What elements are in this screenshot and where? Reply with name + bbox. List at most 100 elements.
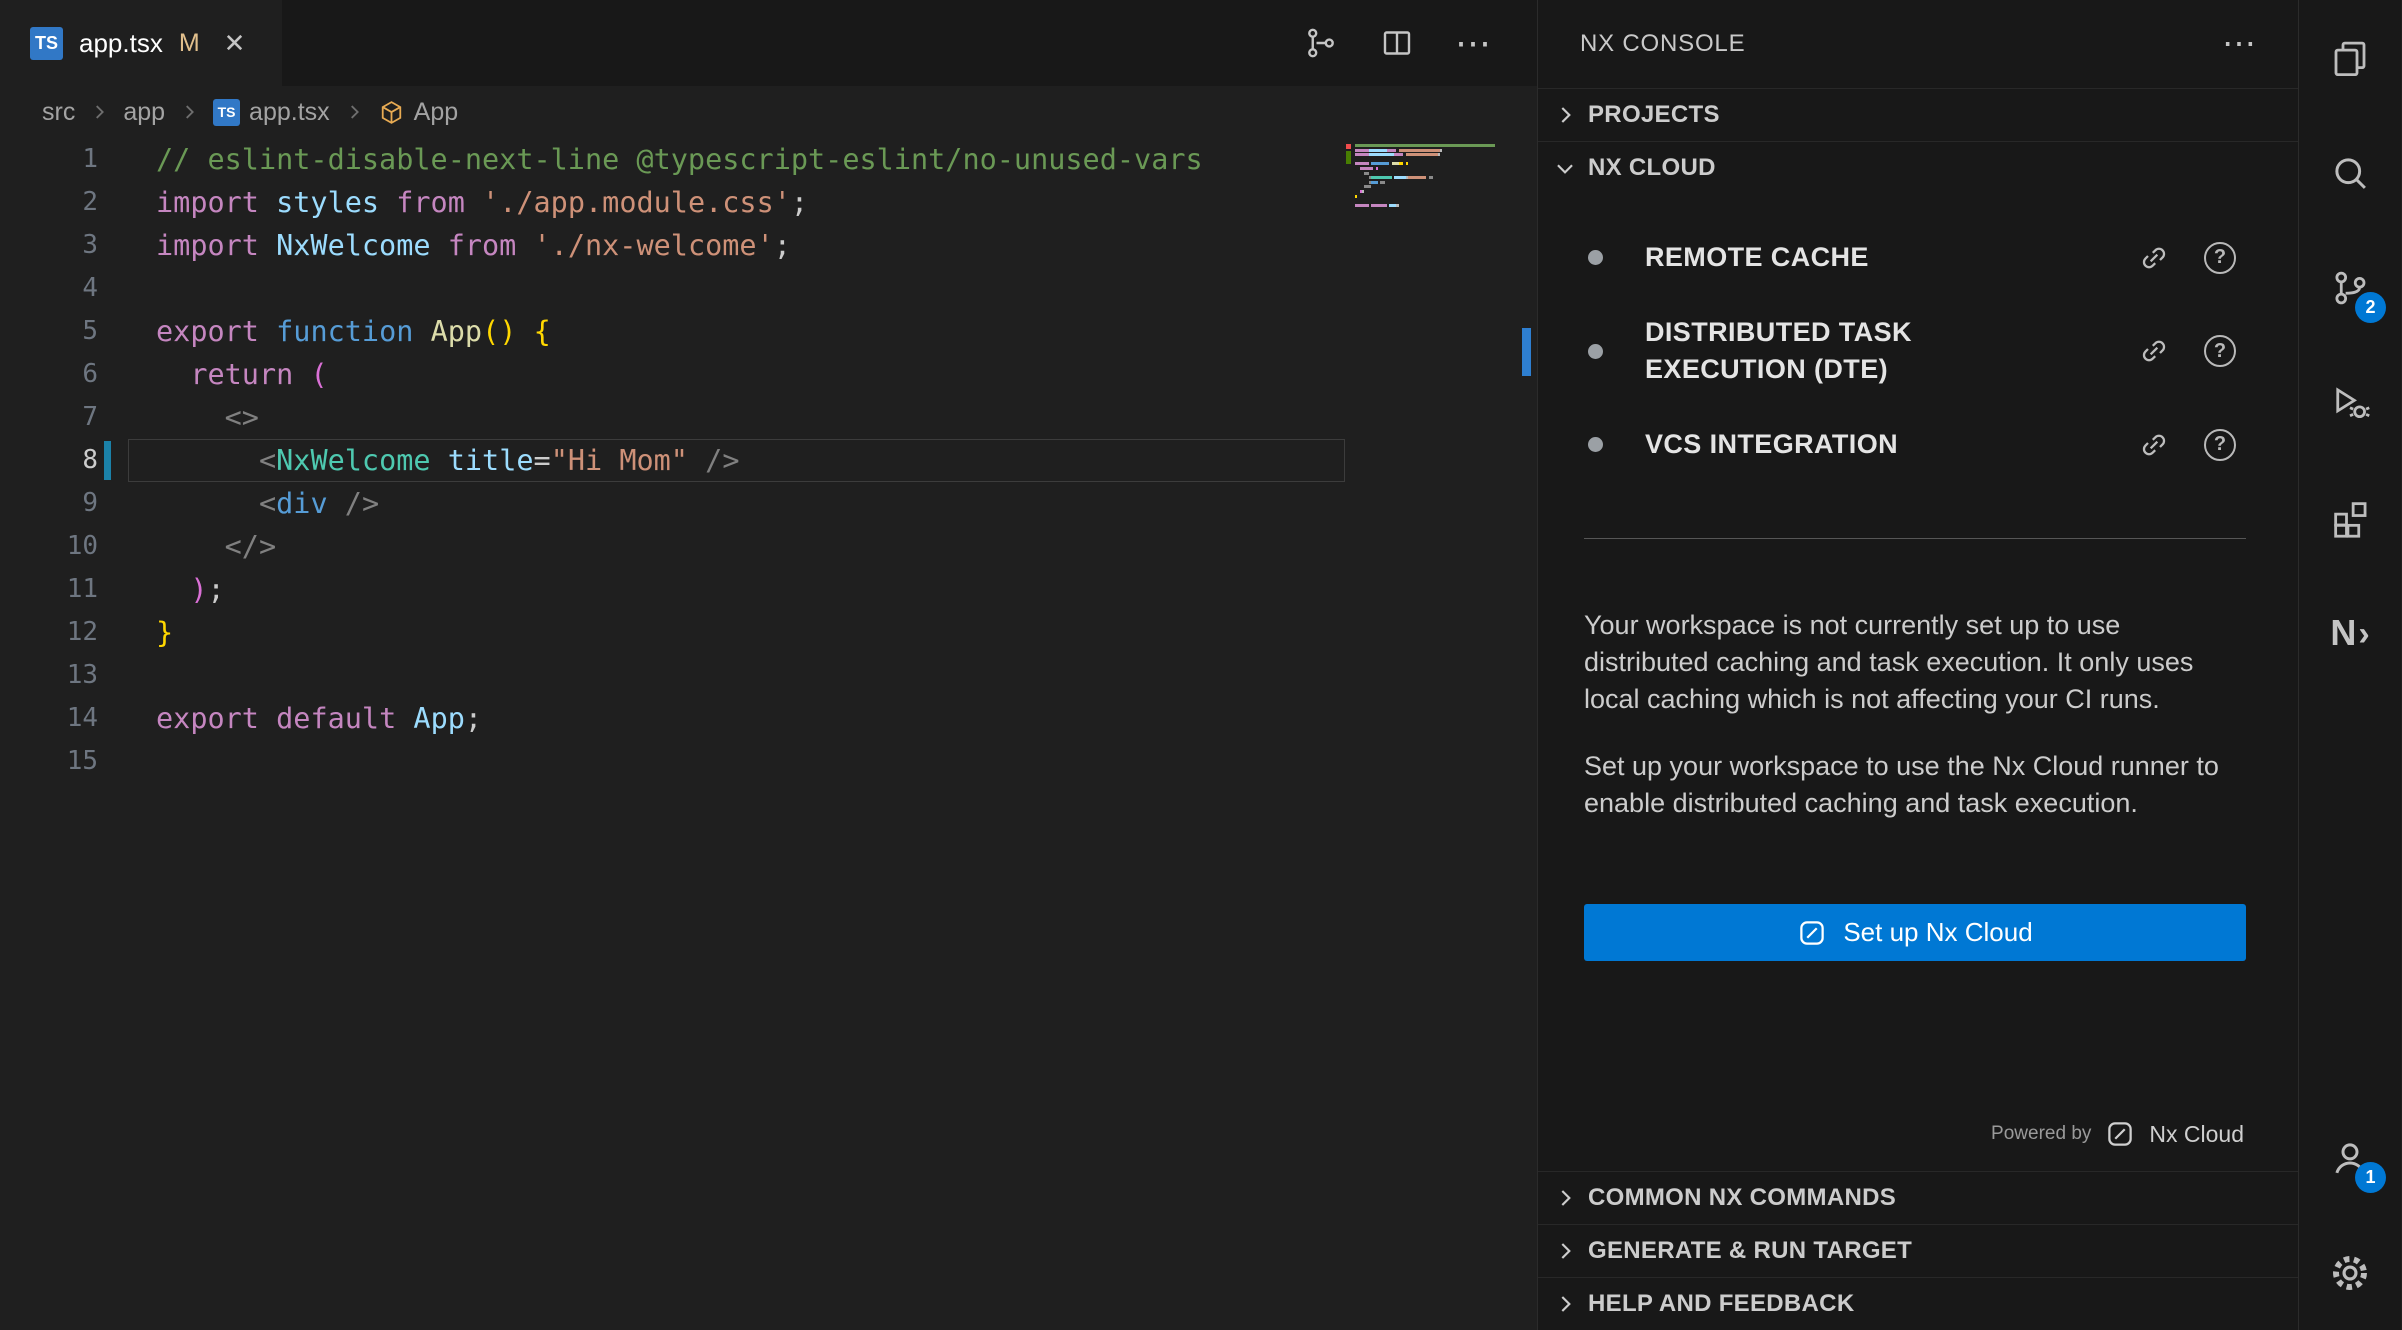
code-line[interactable]: 3import NxWelcome from './nx-welcome'; [0, 224, 1537, 267]
nx-console-icon[interactable]: N › [2299, 575, 2401, 690]
code-text: </> [98, 525, 276, 568]
line-number: 9 [0, 482, 98, 525]
explorer-icon[interactable] [2299, 0, 2401, 115]
editor-area: TS app.tsx M ✕ ⋯ [0, 0, 1537, 1330]
tab-app-tsx[interactable]: TS app.tsx M ✕ [0, 0, 282, 86]
breadcrumb-item-symbol-app[interactable]: App [378, 98, 458, 127]
section-label: GENERATE & RUN TARGET [1588, 1237, 1912, 1265]
code-editor[interactable]: 1// eslint-disable-next-line @typescript… [0, 138, 1537, 1330]
minimap-added-mark [1346, 151, 1351, 164]
line-number: 12 [0, 611, 98, 654]
help-icon[interactable]: ? [2204, 242, 2236, 274]
code-line[interactable]: 1// eslint-disable-next-line @typescript… [0, 138, 1537, 181]
section-label: HELP AND FEEDBACK [1588, 1290, 1854, 1318]
run-debug-icon[interactable] [2299, 345, 2401, 460]
breadcrumb-label: app [123, 98, 165, 127]
status-dot-icon [1588, 250, 1603, 265]
line-number: 6 [0, 353, 98, 396]
section-label: NX CLOUD [1588, 154, 1716, 182]
code-line[interactable]: 7 <> [0, 396, 1537, 439]
account-icon[interactable]: 1 [2299, 1100, 2401, 1215]
code-line[interactable]: 12} [0, 611, 1537, 654]
section-projects[interactable]: PROJECTS [1538, 88, 2298, 141]
breadcrumb-item-app-tsx[interactable]: TS app.tsx [213, 98, 330, 127]
code-text: export default App; [98, 697, 482, 740]
code-line[interactable]: 8 <NxWelcome title="Hi Mom" /> [0, 439, 1537, 482]
git-graph-icon[interactable] [1303, 25, 1339, 61]
breadcrumb-item-app[interactable]: app [123, 98, 165, 127]
nx-cloud-item-dte: DISTRIBUTED TASK EXECUTION (DTE) ? [1538, 295, 2298, 407]
powered-by-brand: Nx Cloud [2149, 1121, 2244, 1148]
code-line[interactable]: 6 return ( [0, 353, 1537, 396]
code-line[interactable]: 10 </> [0, 525, 1537, 568]
code-line[interactable]: 11 ); [0, 568, 1537, 611]
line-number: 11 [0, 568, 98, 611]
line-number: 13 [0, 654, 98, 697]
nx-letter: N [2330, 612, 2356, 654]
code-line[interactable]: 14export default App; [0, 697, 1537, 740]
panel-title: NX CONSOLE [1580, 30, 1745, 58]
code-line[interactable]: 9 <div /> [0, 482, 1537, 525]
minimap-deleted-mark [1346, 144, 1351, 149]
nx-cloud-body: REMOTE CACHE ? DISTRIBUTED TASK EXECUTIO… [1538, 194, 2298, 1171]
code-line[interactable]: 2import styles from './app.module.css'; [0, 181, 1537, 224]
search-icon[interactable] [2299, 115, 2401, 230]
cloud-item-label: REMOTE CACHE [1645, 239, 1869, 276]
breadcrumb-item-src[interactable]: src [42, 98, 75, 127]
code-text: import styles from './app.module.css'; [98, 181, 808, 224]
connect-icon[interactable] [2138, 242, 2170, 274]
code-text: <> [98, 396, 259, 439]
modified-indicator: M [179, 29, 200, 58]
chevron-right-icon [88, 101, 110, 123]
section-help-and-feedback[interactable]: HELP AND FEEDBACK [1538, 1277, 2298, 1330]
chevron-down-icon [1552, 155, 1578, 181]
divider [1584, 538, 2246, 539]
source-control-badge: 2 [2355, 292, 2386, 323]
section-common-nx-commands[interactable]: COMMON NX COMMANDS [1538, 1171, 2298, 1224]
nx-cloud-item-remote-cache: REMOTE CACHE ? [1538, 220, 2298, 295]
line-number: 1 [0, 138, 98, 181]
connect-icon[interactable] [2138, 335, 2170, 367]
line-number: 8 [0, 439, 98, 482]
code-text: export function App() { [98, 310, 551, 353]
split-editor-icon[interactable] [1379, 25, 1415, 61]
code-text [98, 740, 156, 783]
code-line[interactable]: 15 [0, 740, 1537, 783]
section-generate-run-target[interactable]: GENERATE & RUN TARGET [1538, 1224, 2298, 1277]
section-nx-cloud[interactable]: NX CLOUD [1538, 141, 2298, 194]
breadcrumb-label: src [42, 98, 75, 127]
symbol-cube-icon [378, 99, 405, 126]
code-text: // eslint-disable-next-line @typescript-… [98, 138, 1203, 181]
settings-gear-icon[interactable] [2299, 1215, 2401, 1330]
code-line[interactable]: 5export function App() { [0, 310, 1537, 353]
code-line[interactable]: 4 [0, 267, 1537, 310]
editor-actions: ⋯ [1303, 0, 1537, 86]
more-actions-icon[interactable]: ⋯ [1455, 25, 1491, 61]
breadcrumb: src app TS app.tsx [0, 86, 1537, 138]
close-icon[interactable]: ✕ [224, 28, 246, 59]
cloud-item-actions: ? [2138, 335, 2236, 367]
nx-chevron: › [2358, 615, 2369, 654]
nx-cloud-logo-icon [1797, 918, 1827, 948]
help-icon[interactable]: ? [2204, 429, 2236, 461]
chevron-right-icon [1552, 1238, 1578, 1264]
code-lines: 1// eslint-disable-next-line @typescript… [0, 138, 1537, 783]
chevron-right-icon [1552, 102, 1578, 128]
typescript-file-icon: TS [30, 27, 63, 60]
code-text: <div /> [98, 482, 379, 525]
breadcrumb-label: app.tsx [249, 98, 330, 127]
panel-more-icon[interactable]: ⋯ [2222, 27, 2256, 61]
minimap[interactable] [1355, 144, 1507, 213]
code-line[interactable]: 13 [0, 654, 1537, 697]
line-number: 5 [0, 310, 98, 353]
setup-nx-cloud-button[interactable]: Set up Nx Cloud [1584, 904, 2246, 961]
connect-icon[interactable] [2138, 429, 2170, 461]
typescript-file-icon: TS [213, 99, 240, 126]
cloud-item-label: DISTRIBUTED TASK EXECUTION (DTE) [1645, 314, 2055, 388]
source-control-icon[interactable]: 2 [2299, 230, 2401, 345]
extensions-icon[interactable] [2299, 460, 2401, 575]
setup-button-label: Set up Nx Cloud [1843, 917, 2032, 948]
chevron-right-icon [343, 101, 365, 123]
code-text: <NxWelcome title="Hi Mom" /> [98, 439, 739, 482]
help-icon[interactable]: ? [2204, 335, 2236, 367]
